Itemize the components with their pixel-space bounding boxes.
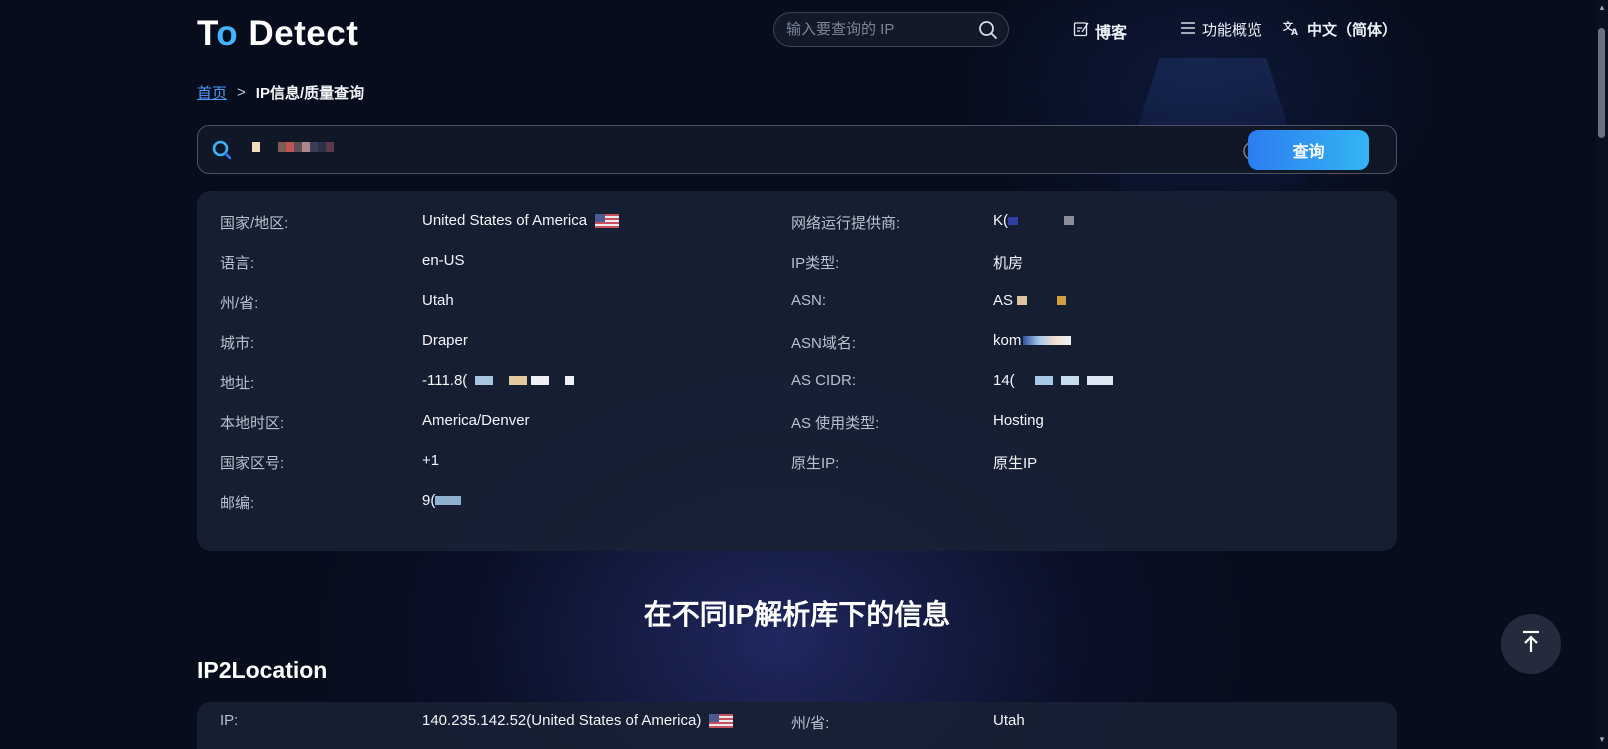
country-label: 国家/地区: — [220, 215, 289, 232]
isp-value: K( — [993, 212, 1074, 229]
nav-features-label: 功能概览 — [1202, 22, 1263, 39]
city-value: Draper — [422, 332, 468, 349]
as-usage-value: Hosting — [993, 412, 1044, 429]
arrow-up-icon — [1520, 630, 1542, 659]
asn-domain-label: ASN域名: — [791, 335, 857, 352]
edit-icon — [1073, 21, 1089, 42]
masked-pixels — [475, 376, 575, 385]
scrollbar-thumb[interactable] — [1598, 28, 1605, 138]
asn-label: ASN: — [791, 292, 827, 309]
nav-features[interactable]: 功能概览 — [1180, 19, 1262, 40]
logo[interactable]: To Detect — [197, 14, 358, 54]
address-value: -111.8( — [422, 372, 575, 389]
language-value: en-US — [422, 252, 465, 269]
scroll-up-arrow[interactable]: ▲ — [1598, 4, 1606, 12]
translate-icon: 文A — [1283, 20, 1301, 40]
nav-language-label: 中文（简体） — [1307, 22, 1398, 39]
breadcrumb: 首页 > IP信息/质量查询 — [197, 82, 364, 103]
header-search — [773, 12, 1009, 47]
as-cidr-label: AS CIDR: — [791, 372, 857, 389]
ip-type-value: 机房 — [993, 255, 1024, 272]
country-value: United States of America — [422, 212, 620, 229]
ip2location-title: IP2Location — [197, 657, 328, 683]
country-code-value: +1 — [422, 452, 440, 469]
as-usage-label: AS 使用类型: — [791, 415, 880, 432]
menu-icon — [1180, 21, 1196, 39]
breadcrumb-home-link[interactable]: 首页 — [197, 82, 227, 103]
svg-text:A: A — [1291, 28, 1298, 36]
timezone-label: 本地时区: — [220, 415, 285, 432]
search-icon[interactable] — [978, 20, 998, 45]
header: To Detect 博客 功能概览 文A 中文（简体） — [197, 0, 1397, 66]
ip2-state-label: 州/省: — [791, 715, 830, 732]
header-search-input[interactable] — [774, 13, 964, 46]
nav-blog[interactable]: 博客 — [1073, 19, 1127, 43]
breadcrumb-separator: > — [237, 84, 246, 101]
scroll-down-arrow[interactable]: ▼ — [1598, 736, 1606, 744]
ip2-ip-value: 140.235.142.52(United States of America) — [422, 712, 734, 729]
native-ip-value: 原生IP — [993, 455, 1038, 472]
ip2-ip-label: IP: — [220, 712, 239, 729]
timezone-value: America/Denver — [422, 412, 530, 429]
ip-info-card: 国家/地区: United States of America 语言: en-U… — [197, 191, 1397, 551]
postal-value: 9( — [422, 492, 462, 509]
breadcrumb-current: IP信息/质量查询 — [255, 85, 365, 102]
city-label: 城市: — [220, 335, 255, 352]
address-label: 地址: — [220, 375, 255, 392]
search-icon — [211, 139, 233, 166]
asn-domain-value: kom — [993, 332, 1072, 349]
as-cidr-value: 14( — [993, 372, 1113, 389]
isp-label: 网络运行提供商: — [791, 215, 901, 232]
nav-language[interactable]: 文A 中文（简体） — [1283, 19, 1397, 40]
us-flag-icon — [595, 213, 620, 228]
state-label: 州/省: — [220, 295, 259, 312]
ip2location-card: IP: 140.235.142.52(United States of Amer… — [197, 702, 1397, 749]
us-flag-icon — [709, 713, 734, 728]
nav-blog-label: 博客 — [1095, 25, 1128, 42]
postal-label: 邮编: — [220, 495, 255, 512]
asn-value: AS — [993, 292, 1067, 309]
section-title: 在不同IP解析库下的信息 — [643, 599, 951, 630]
ip-input-masked[interactable] — [252, 142, 334, 152]
native-ip-label: 原生IP: — [791, 455, 840, 472]
query-button[interactable]: 查询 — [1248, 130, 1369, 170]
ip-query-bar[interactable]: 查询 — [197, 125, 1397, 174]
country-code-label: 国家区号: — [220, 455, 285, 472]
ip2-state-value: Utah — [993, 712, 1025, 729]
back-to-top-button[interactable] — [1501, 614, 1561, 674]
language-label: 语言: — [220, 255, 255, 272]
state-value: Utah — [422, 292, 454, 309]
masked-pixels — [435, 496, 462, 505]
ip-type-label: IP类型: — [791, 255, 840, 272]
